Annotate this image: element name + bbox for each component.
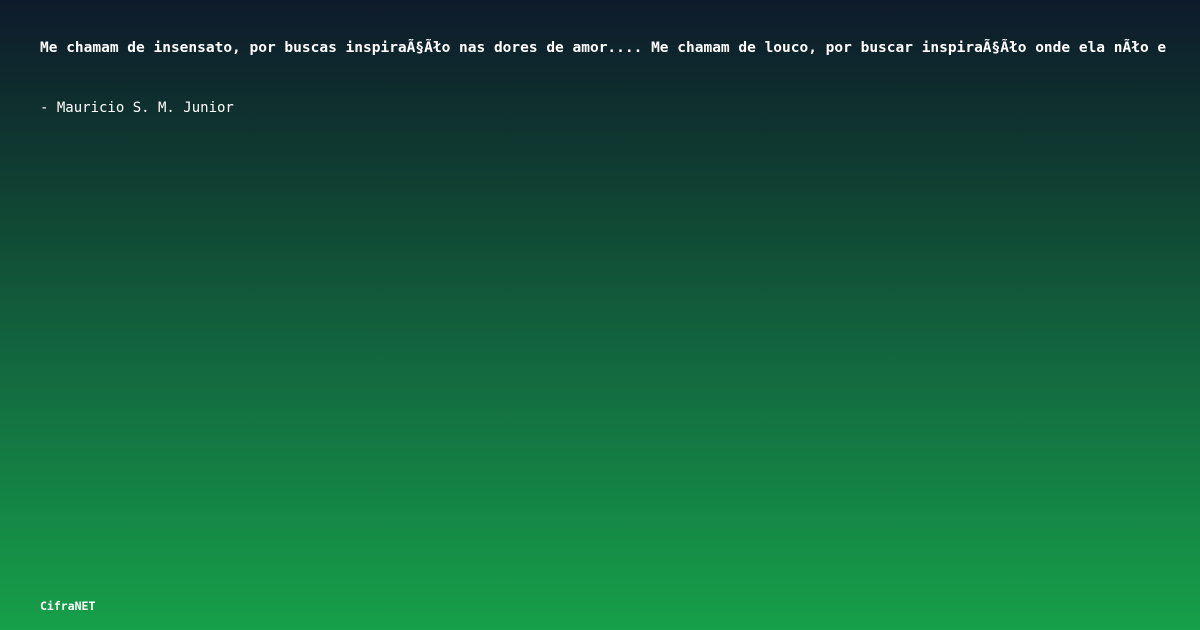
quote-text: Me chamam de insensato, por buscas inspi…: [40, 40, 1167, 56]
brand-logo-text: CifraNET: [40, 599, 96, 613]
quote-author: - Mauricio S. M. Junior: [40, 100, 234, 116]
quote-card: Me chamam de insensato, por buscas inspi…: [0, 0, 1200, 630]
